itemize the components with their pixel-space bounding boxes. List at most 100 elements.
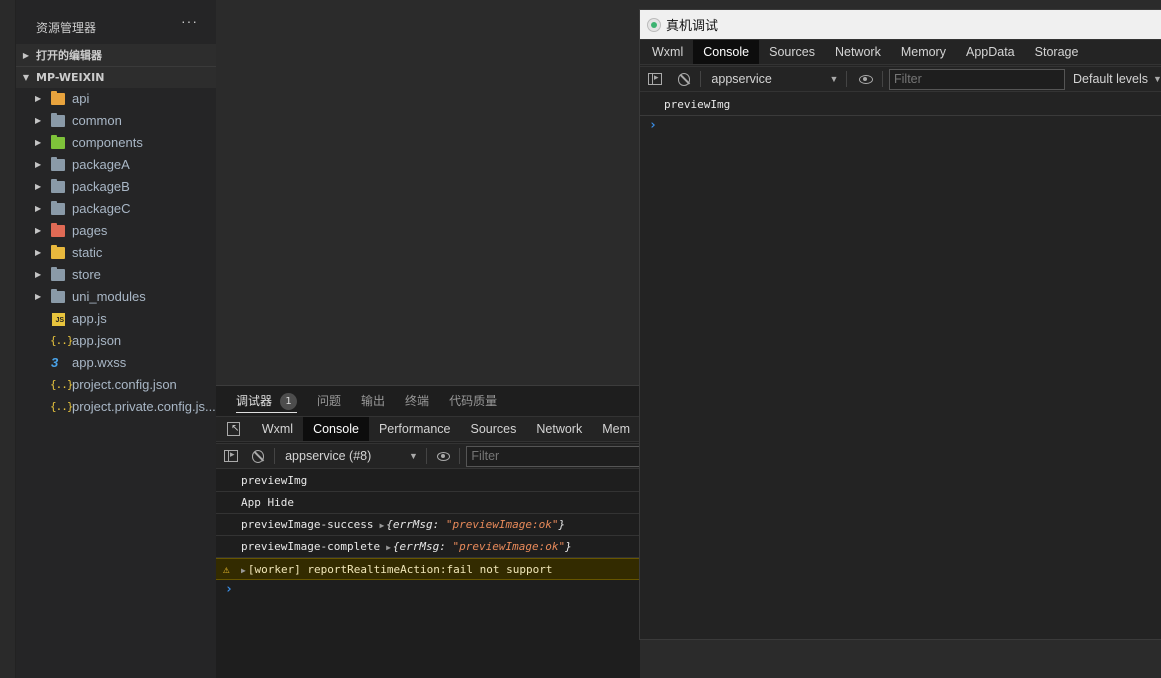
tree-item-label: api	[72, 91, 90, 106]
chevron-right-icon: ▶	[22, 50, 30, 60]
folder-api-icon	[51, 91, 65, 105]
tab-debugger[interactable]: 调试器 1	[236, 386, 298, 416]
divider	[274, 448, 276, 464]
remote-debug-window: 真机调试 Wxml Console Sources Network Memory…	[639, 9, 1161, 640]
chevron-down-icon: ▼	[1153, 74, 1161, 84]
tab-performance[interactable]: Performance	[369, 417, 461, 441]
warning-icon: ⚠	[223, 563, 230, 576]
tab-network[interactable]: Network	[526, 417, 592, 441]
debugger-panel: 调试器 1 问题 输出 终端 代码质量 Wxml Console Performa…	[216, 385, 640, 678]
clear-console-icon[interactable]	[677, 72, 691, 86]
tree-item-app-wxss[interactable]: 3 app.wxss	[16, 352, 216, 374]
ide-window: 资源管理器 ··· ▶ 打开的编辑器 ▼ MP-WEIXIN ▶ api ▶ c…	[0, 0, 1161, 678]
tree-item-label: uni_modules	[72, 289, 146, 304]
console-toolbar: appservice (#8) ▼	[216, 443, 640, 469]
project-section[interactable]: ▼ MP-WEIXIN	[16, 66, 216, 88]
chevron-down-icon: ▼	[409, 451, 418, 461]
tab-code-quality[interactable]: 代码质量	[449, 386, 497, 416]
tab-wxml[interactable]: Wxml	[252, 417, 303, 441]
tree-item-packageC[interactable]: ▶ packageC	[16, 198, 216, 220]
file-tree: ▶ api ▶ common ▶ components ▶ packageA ▶	[16, 88, 216, 418]
context-select[interactable]: appservice (#8) ▼	[285, 449, 418, 463]
divider	[882, 71, 884, 87]
context-select[interactable]: appservice ▼	[711, 72, 838, 86]
js-file-icon: JS	[52, 313, 65, 326]
folder-icon	[51, 267, 65, 281]
chevron-right-icon: ▶	[35, 226, 42, 235]
tab-memory[interactable]: Memory	[891, 40, 956, 64]
tab-memory[interactable]: Mem	[592, 417, 640, 441]
devtools-tab-bar: Wxml Console Performance Sources Network…	[216, 416, 640, 442]
context-value: appservice (#8)	[285, 449, 372, 463]
toggle-sidebar-icon[interactable]	[648, 72, 662, 85]
tab-storage[interactable]: Storage	[1025, 40, 1089, 64]
console-prompt[interactable]: ›	[216, 580, 640, 600]
tree-item-app-json[interactable]: {..} app.json	[16, 330, 216, 352]
tab-appdata[interactable]: AppData	[956, 40, 1025, 64]
folder-icon	[51, 179, 65, 193]
console-line[interactable]: previewImage-success ▶ {errMsg: "previewIm…	[216, 514, 640, 536]
tree-item-common[interactable]: ▶ common	[16, 110, 216, 132]
folder-icon	[51, 289, 65, 303]
chevron-right-icon: ▶	[35, 292, 42, 301]
tree-item-project-config[interactable]: {..} project.config.json	[16, 374, 216, 396]
tab-terminal[interactable]: 终端	[405, 386, 429, 416]
tree-item-uni-modules[interactable]: ▶ uni_modules	[16, 286, 216, 308]
tab-sources[interactable]: Sources	[461, 417, 527, 441]
more-actions-icon[interactable]: ···	[181, 13, 198, 29]
expand-triangle-icon[interactable]: ▶	[241, 566, 246, 575]
filter-input[interactable]	[889, 68, 1065, 90]
tree-item-label: app.js	[72, 311, 107, 326]
folder-components-icon	[51, 135, 65, 149]
console-warning-line[interactable]: ⚠ ▶ [worker] reportRealtimeAction:fail not…	[216, 558, 640, 580]
tree-item-label: packageC	[72, 201, 131, 216]
tree-item-static[interactable]: ▶ static	[16, 242, 216, 264]
tab-sources[interactable]: Sources	[759, 40, 825, 64]
levels-value: Default levels	[1073, 72, 1149, 86]
tree-item-packageA[interactable]: ▶ packageA	[16, 154, 216, 176]
log-levels-select[interactable]: Default levels ▼	[1073, 72, 1161, 86]
tab-problems[interactable]: 问题	[317, 386, 341, 416]
json-file-icon: {..}	[50, 400, 73, 413]
tree-item-label: app.wxss	[72, 355, 127, 370]
tab-wxml[interactable]: Wxml	[640, 40, 693, 64]
activity-bar	[0, 0, 16, 678]
tree-item-app-js[interactable]: JS app.js	[16, 308, 216, 330]
tree-item-components[interactable]: ▶ components	[16, 132, 216, 154]
live-expression-eye-icon[interactable]	[436, 451, 451, 461]
expand-triangle-icon[interactable]: ▶	[379, 521, 384, 530]
divider	[846, 71, 848, 87]
devtools-tab-bar: Wxml Console Sources Network Memory AppD…	[640, 39, 1161, 65]
folder-icon	[51, 157, 65, 171]
tab-console[interactable]: Console	[693, 40, 760, 64]
chevron-right-icon: ▶	[35, 94, 42, 103]
project-label: MP-WEIXIN	[36, 71, 105, 84]
window-titlebar[interactable]: 真机调试	[640, 10, 1161, 39]
folder-icon	[51, 201, 65, 215]
console-prompt[interactable]: ›	[640, 116, 1161, 136]
element-picker-icon[interactable]	[227, 422, 240, 436]
clear-console-icon[interactable]	[251, 449, 265, 463]
tree-item-pages[interactable]: ▶ pages	[16, 220, 216, 242]
console-line[interactable]: previewImage-complete ▶ {errMsg: "previewI…	[216, 536, 640, 558]
tree-item-packageB[interactable]: ▶ packageB	[16, 176, 216, 198]
tab-console[interactable]: Console	[303, 417, 369, 441]
tab-network[interactable]: Network	[825, 40, 891, 64]
console-line: App Hide	[216, 492, 640, 514]
tree-item-label: project.config.json	[72, 377, 177, 392]
tree-item-project-private-config[interactable]: {..} project.private.config.js...	[16, 396, 216, 418]
toggle-sidebar-icon[interactable]	[224, 449, 238, 462]
explorer-sidebar: 资源管理器 ··· ▶ 打开的编辑器 ▼ MP-WEIXIN ▶ api ▶ c…	[16, 0, 216, 678]
expand-triangle-icon[interactable]: ▶	[386, 543, 391, 552]
folder-pages-icon	[51, 223, 65, 237]
open-editors-section[interactable]: ▶ 打开的编辑器	[16, 44, 216, 66]
filter-input[interactable]	[466, 445, 640, 467]
chevron-down-icon: ▼	[829, 74, 839, 84]
tree-item-store[interactable]: ▶ store	[16, 264, 216, 286]
console-line: previewImg	[216, 470, 640, 492]
tab-label: 调试器	[236, 394, 273, 408]
live-expression-eye-icon[interactable]	[859, 74, 874, 84]
tree-item-api[interactable]: ▶ api	[16, 88, 216, 110]
tab-output[interactable]: 输出	[361, 386, 385, 416]
tree-item-label: store	[72, 267, 101, 282]
